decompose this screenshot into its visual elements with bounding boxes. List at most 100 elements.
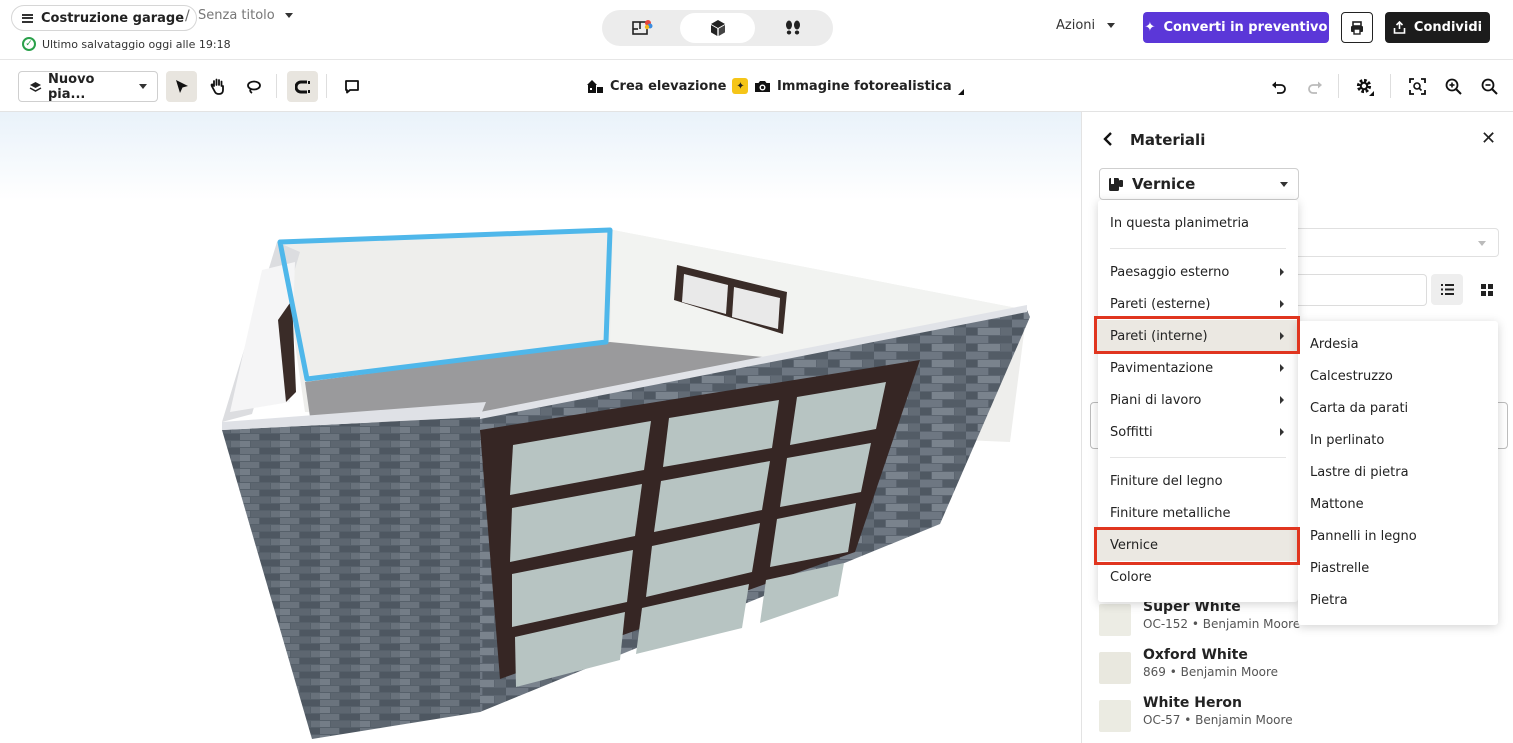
chevron-right-icon [1280, 428, 1284, 436]
submenu-item-label: Pietra [1310, 592, 1348, 608]
swatch-text: White Heron OC-57 • Benjamin Moore [1143, 695, 1293, 735]
focus-frame-icon [1409, 78, 1426, 95]
menu-item-pareti-esterne[interactable]: Pareti (esterne) [1098, 288, 1298, 320]
menu-item-vernice[interactable]: Vernice [1098, 529, 1298, 561]
create-elevation-label: Crea elevazione [610, 78, 727, 94]
toolbar-divider [1390, 74, 1391, 98]
submenu-item-label: Carta da parati [1310, 400, 1409, 416]
actions-label: Azioni [1056, 18, 1096, 33]
menu-item-piani-di-lavoro[interactable]: Piani di lavoro [1098, 384, 1298, 416]
menu-item-soffitti[interactable]: Soffitti [1098, 416, 1298, 448]
project-menu-button[interactable]: Costruzione garage [11, 5, 198, 31]
create-elevation-button[interactable]: Crea elevazione ✦ [587, 75, 749, 97]
document-title: Senza titolo [198, 8, 275, 23]
view-2d-button[interactable] [605, 13, 680, 43]
elevation-house-icon [587, 79, 603, 93]
snap-magnet-button[interactable] [287, 71, 318, 102]
print-button[interactable] [1341, 12, 1373, 43]
toolbar-divider [326, 74, 327, 98]
top-bar: Costruzione garage / Senza titolo ✓ Ulti… [0, 0, 1513, 60]
fit-view-button[interactable] [1402, 71, 1433, 102]
menu-item-finiture-metalliche[interactable]: Finiture metalliche [1098, 497, 1298, 529]
menu-item-paesaggio-esterno[interactable]: Paesaggio esterno [1098, 256, 1298, 288]
list-view-button[interactable] [1431, 274, 1463, 305]
submenu-item-label: Lastre di pietra [1310, 464, 1409, 480]
menu-item-finiture-del-legno[interactable]: Finiture del legno [1098, 465, 1298, 497]
menu-divider [1110, 248, 1286, 249]
submenu-item-label: In perlinato [1310, 432, 1385, 448]
close-icon[interactable]: ✕ [1481, 128, 1496, 149]
menu-item-label: In questa planimetria [1110, 215, 1250, 231]
swatch-item[interactable]: White Heron OC-57 • Benjamin Moore [1099, 695, 1499, 735]
convert-to-estimate-button[interactable]: ✦ Converti in preventivo [1143, 12, 1329, 43]
magnet-icon [294, 80, 310, 93]
save-status: ✓ Ultimo salvataggio oggi alle 19:18 [22, 37, 231, 51]
swatch-color [1099, 604, 1131, 636]
submenu-item-carta-da-parati[interactable]: Carta da parati [1298, 392, 1498, 424]
chevron-right-icon [1280, 364, 1284, 372]
sparkle-icon: ✦ [732, 78, 749, 94]
material-category-select[interactable]: Vernice [1099, 168, 1299, 200]
share-label: Condividi [1413, 20, 1483, 35]
submenu-item-mattone[interactable]: Mattone [1298, 488, 1498, 520]
zoom-out-button[interactable] [1474, 71, 1505, 102]
settings-button[interactable] [1349, 71, 1380, 102]
menu-item-label: Pareti (interne) [1110, 328, 1208, 344]
redo-button[interactable] [1299, 71, 1330, 102]
share-button[interactable]: Condividi [1385, 12, 1490, 43]
chevron-right-icon [1280, 300, 1284, 308]
breadcrumb-separator: / [185, 8, 190, 24]
menu-item-pavimentazione[interactable]: Pavimentazione [1098, 352, 1298, 384]
view-walkthrough-button[interactable] [755, 13, 830, 43]
submenu-item-in-perlinato[interactable]: In perlinato [1298, 424, 1498, 456]
check-circle-icon: ✓ [22, 37, 36, 51]
menu-item-colore[interactable]: Colore [1098, 561, 1298, 593]
material-search-input[interactable] [1298, 274, 1427, 306]
chevron-down-icon [1280, 181, 1288, 187]
subcategory-select[interactable] [1298, 228, 1499, 257]
chevron-left-icon [1103, 132, 1112, 146]
photorealistic-image-button[interactable]: Immagine fotorealistica [754, 75, 964, 97]
menu-item-pareti-interne[interactable]: Pareti (interne) [1098, 320, 1298, 352]
lasso-icon [246, 80, 261, 94]
swatch-color [1099, 652, 1131, 684]
menu-item-label: Pavimentazione [1110, 360, 1214, 376]
submenu-item-label: Piastrelle [1310, 560, 1370, 576]
swatch-item[interactable]: Oxford White 869 • Benjamin Moore [1099, 647, 1499, 687]
menu-item-label: Piani di lavoro [1110, 392, 1202, 408]
swatch-name: Oxford White [1143, 647, 1248, 663]
submenu-item-pietra[interactable]: Pietra [1298, 584, 1498, 616]
submenu-item-ardesia[interactable]: Ardesia [1298, 328, 1498, 360]
document-title-button[interactable]: Senza titolo [198, 8, 293, 23]
chevron-down-icon [1107, 23, 1116, 28]
pan-tool-button[interactable] [202, 71, 233, 102]
select-tool-button[interactable] [166, 71, 197, 102]
zoom-in-button[interactable] [1438, 71, 1469, 102]
menu-item-label: Finiture metalliche [1110, 505, 1231, 521]
grid-view-button[interactable] [1473, 274, 1501, 305]
sparkle-icon: ✦ [1144, 20, 1156, 35]
back-button[interactable] [1102, 132, 1114, 150]
undo-icon [1271, 81, 1286, 94]
plan-level-select[interactable]: Nuovo pia... [18, 71, 158, 102]
menu-item-label: Soffitti [1110, 424, 1153, 440]
submenu-item-calcestruzzo[interactable]: Calcestruzzo [1298, 360, 1498, 392]
view-3d-button[interactable] [680, 13, 755, 43]
printer-icon [1351, 20, 1363, 35]
submenu-item-piastrelle[interactable]: Piastrelle [1298, 552, 1498, 584]
submenu-item-label: Pannelli in legno [1310, 528, 1417, 544]
walls-interior-submenu: Ardesia Calcestruzzo Carta da parati In … [1298, 321, 1498, 625]
submenu-item-lastre-di-pietra[interactable]: Lastre di pietra [1298, 456, 1498, 488]
actions-menu-button[interactable]: Azioni [1056, 18, 1116, 33]
swatch-code: OC-152 • Benjamin Moore [1143, 617, 1301, 631]
undo-button[interactable] [1263, 71, 1294, 102]
comment-button[interactable] [336, 71, 367, 102]
3d-viewport[interactable] [0, 112, 1081, 743]
toolbar-divider [276, 74, 277, 98]
menu-item-in-questa-planimetria[interactable]: In questa planimetria [1098, 207, 1298, 239]
menu-item-label: Colore [1110, 569, 1152, 585]
lasso-tool-button[interactable] [238, 71, 269, 102]
plan-level-label: Nuovo pia... [48, 71, 95, 102]
garage-3d-model [222, 227, 1030, 739]
submenu-item-pannelli-in-legno[interactable]: Pannelli in legno [1298, 520, 1498, 552]
